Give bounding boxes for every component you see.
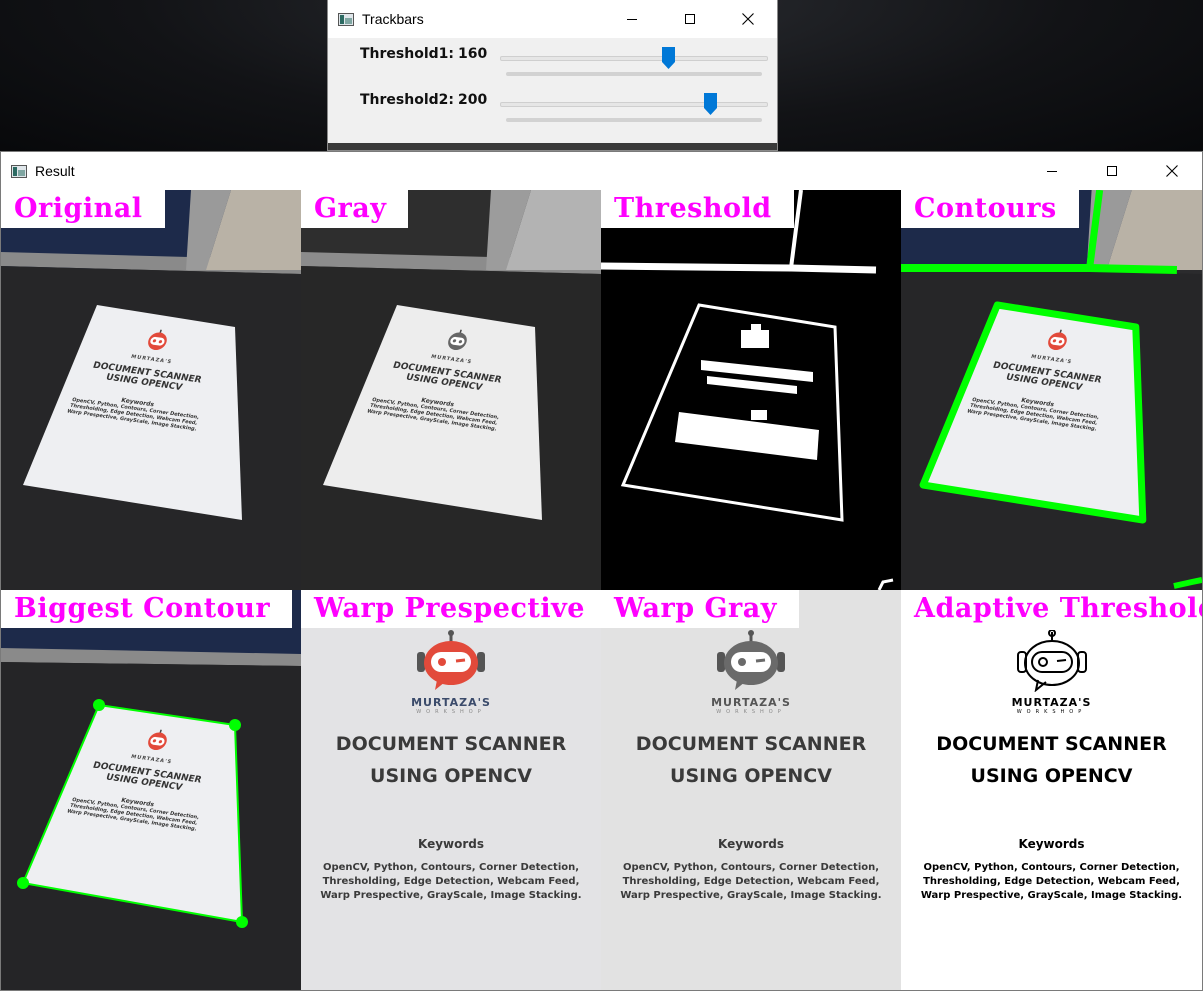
panel-label-gray: Gray	[301, 190, 409, 228]
panel-label-warp-gray: Warp Gray	[601, 590, 799, 628]
doc-brand-sub: WORKSHOP	[1016, 709, 1087, 715]
doc-keywords-line3: Warp Prespective, GrayScale, Image Stack…	[320, 890, 582, 901]
threshold1-scale	[506, 72, 762, 76]
result-titlebar[interactable]: Result	[1, 152, 1202, 190]
panel-label-biggest-contour: Biggest Contour	[1, 590, 293, 628]
doc-keywords-head: Keywords	[1018, 837, 1085, 851]
panel-original: MURTAZA'S DOCUMENT SCANNER USING OPENCV …	[1, 190, 301, 590]
robot-logo-icon	[1014, 629, 1090, 696]
window-app-icon	[11, 164, 27, 178]
close-icon[interactable]	[719, 0, 777, 38]
doc-keywords-line1: OpenCV, Python, Contours, Corner Detecti…	[322, 862, 580, 873]
doc-keywords-line3: Warp Prespective, GrayScale, Image Stack…	[620, 890, 882, 901]
doc-keywords-head: Keywords	[417, 837, 485, 851]
doc-title-line2: USING OPENCV	[370, 765, 532, 787]
threshold2-value: 200	[458, 92, 488, 108]
panel-gray: MURTAZA'S DOCUMENT SCANNER USING OPENCV …	[301, 190, 601, 590]
panel-label-adaptive-threshold: Adaptive Threshold	[901, 590, 1202, 628]
panel-label-contours: Contours	[901, 190, 1079, 228]
trackbars-titlebar[interactable]: Trackbars	[328, 0, 777, 38]
minimize-icon[interactable]	[1022, 152, 1082, 190]
panel-contours: MURTAZA'S DOCUMENT SCANNER USING OPENCV …	[901, 190, 1202, 590]
threshold1-slider[interactable]	[500, 46, 768, 69]
doc-keywords-line2: Thresholding, Edge Detection, Webcam Fee…	[322, 876, 580, 887]
threshold1-value: 160	[458, 46, 488, 62]
doc-keywords-line2: Thresholding, Edge Detection, Webcam Fee…	[622, 876, 880, 887]
trackbars-window-title: Trackbars	[362, 11, 424, 27]
threshold1-slider-thumb[interactable]	[662, 47, 676, 69]
doc-keywords-head: Keywords	[717, 837, 785, 851]
trackbars-window: Trackbars Threshold1: 160 Threshold2: 200	[327, 0, 778, 151]
robot-logo-icon	[713, 630, 789, 696]
trackbars-bottom-edge	[328, 143, 777, 150]
panel-label-threshold: Threshold	[601, 190, 794, 228]
doc-keywords-line2: Thresholding, Edge Detection, Webcam Fee…	[923, 876, 1180, 887]
panel-label-original: Original	[1, 190, 165, 228]
panel-warp-gray: MURTAZA'S WORKSHOP DOCUMENT SCANNER USIN…	[601, 590, 901, 990]
panel-adaptive-threshold: MURTAZA'S WORKSHOP DOCUMENT SCANNER USIN…	[901, 590, 1202, 990]
doc-brand: MURTAZA'S	[411, 696, 491, 709]
doc-title-line1: DOCUMENT SCANNER	[635, 733, 867, 755]
warp-gray-document: MURTAZA'S WORKSHOP DOCUMENT SCANNER USIN…	[601, 630, 901, 901]
panel-warp-prespective: MURTAZA'S WORKSHOP DOCUMENT SCANNER USIN…	[301, 590, 601, 990]
threshold1-slider-track[interactable]	[500, 56, 768, 61]
close-icon[interactable]	[1142, 152, 1202, 190]
gray-document: MURTAZA'S DOCUMENT SCANNER USING OPENCV …	[357, 319, 536, 434]
panel-biggest-contour: MURTAZA'S DOCUMENT SCANNER USING OPENCV …	[1, 590, 301, 990]
contours-document: MURTAZA'S DOCUMENT SCANNER USING OPENCV …	[957, 319, 1136, 434]
biggest-contour-document: MURTAZA'S DOCUMENT SCANNER USING OPENCV …	[57, 719, 236, 834]
doc-keywords-line1: OpenCV, Python, Contours, Corner Detecti…	[923, 862, 1180, 873]
doc-title-line2: USING OPENCV	[970, 765, 1133, 787]
threshold2-label: Threshold2: 200	[360, 92, 488, 108]
panel-threshold: Threshold	[601, 190, 901, 590]
robot-logo-icon	[413, 630, 489, 696]
threshold1-label: Threshold1: 160	[360, 46, 488, 62]
doc-brand: MURTAZA'S	[711, 696, 791, 709]
doc-title-line1: DOCUMENT SCANNER	[936, 733, 1167, 755]
doc-keywords-line1: OpenCV, Python, Contours, Corner Detecti…	[622, 862, 880, 873]
doc-brand-sub: WORKSHOP	[416, 709, 486, 715]
doc-brand-sub: WORKSHOP	[716, 709, 786, 715]
doc-title-line2: USING OPENCV	[670, 765, 832, 787]
threshold-image	[601, 190, 901, 590]
threshold1-row: Threshold1: 160	[328, 42, 777, 88]
doc-brand: MURTAZA'S	[1011, 696, 1092, 709]
maximize-icon[interactable]	[661, 0, 719, 38]
adaptive-document: MURTAZA'S WORKSHOP DOCUMENT SCANNER USIN…	[901, 629, 1202, 901]
doc-keywords-line3: Warp Prespective, GrayScale, Image Stack…	[920, 890, 1183, 901]
threshold2-slider[interactable]	[500, 92, 768, 115]
panel-label-warp-prespective: Warp Prespective	[301, 590, 601, 628]
result-window-title: Result	[35, 163, 75, 179]
threshold2-row: Threshold2: 200	[328, 88, 777, 134]
window-app-icon	[338, 12, 354, 26]
original-document: MURTAZA'S DOCUMENT SCANNER USING OPENCV …	[57, 319, 236, 434]
threshold2-slider-track[interactable]	[500, 102, 768, 107]
threshold2-slider-thumb[interactable]	[704, 93, 718, 115]
doc-title-line1: DOCUMENT SCANNER	[335, 733, 567, 755]
threshold2-scale	[506, 118, 762, 122]
image-stack-grid: MURTAZA'S DOCUMENT SCANNER USING OPENCV …	[1, 190, 1202, 990]
result-window: Result MURTAZA'S DOCUMENT SCANNER USING …	[0, 151, 1203, 991]
minimize-icon[interactable]	[603, 0, 661, 38]
warp-document: MURTAZA'S WORKSHOP DOCUMENT SCANNER USIN…	[301, 630, 601, 901]
maximize-icon[interactable]	[1082, 152, 1142, 190]
